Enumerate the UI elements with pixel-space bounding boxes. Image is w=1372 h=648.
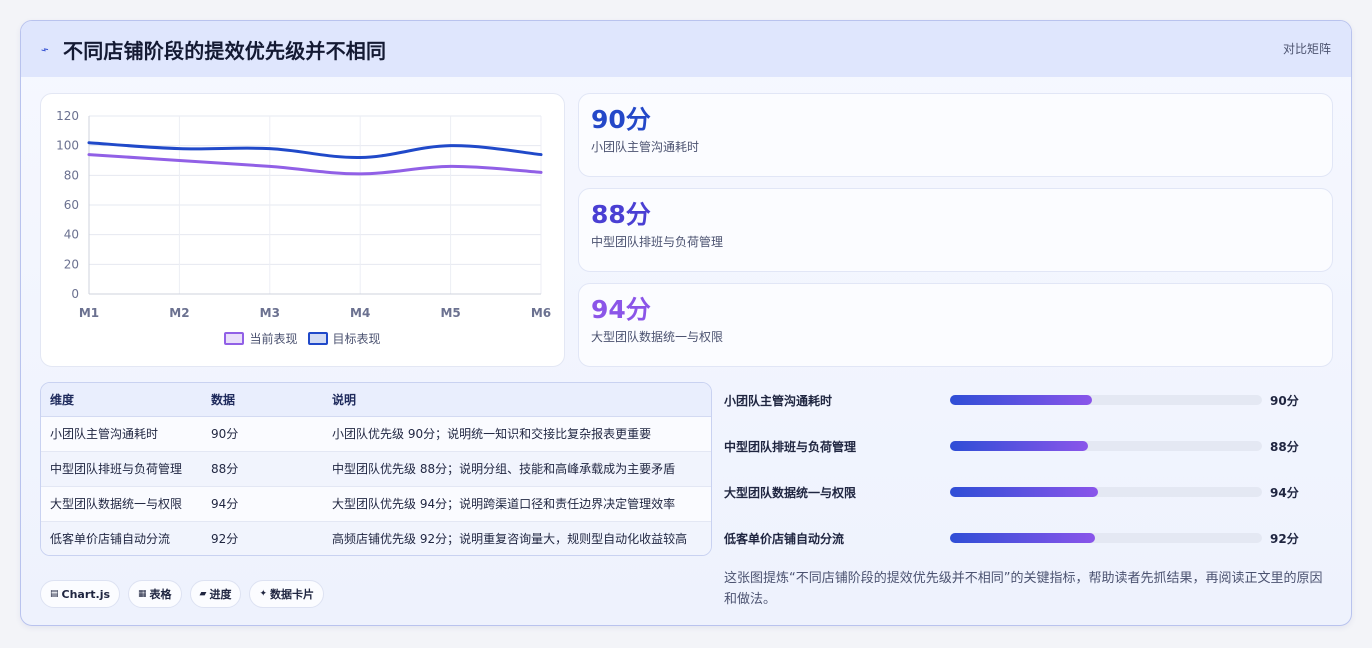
- progress-value: 90分: [1270, 394, 1299, 408]
- cell-dimension: 低客单价店铺自动分流: [41, 521, 202, 555]
- header-tag: 对比矩阵: [1282, 42, 1331, 56]
- chip-chartjs[interactable]: ▤ Chart.js: [40, 580, 121, 608]
- progress-fill: [950, 487, 1099, 497]
- kpi-card-small-team: 90分 小团队主管沟通耗时: [578, 93, 1333, 177]
- legend-label-current: 当前表现: [249, 332, 298, 346]
- progress-label: 大型团队数据统一与权限: [724, 486, 857, 500]
- progress-value: 92分: [1270, 532, 1299, 546]
- legend-item-current[interactable]: 当前表现: [224, 330, 298, 347]
- y-tick-label: 120: [56, 109, 79, 123]
- y-tick-label: 40: [64, 228, 79, 242]
- progress-track: [950, 395, 1262, 405]
- kpi-value: 90分: [591, 105, 651, 134]
- cell-description: 高频店铺优先级 92分；说明重复咨询量大，规则型自动化收益较高: [323, 521, 711, 555]
- cell-description: 小团队优先级 90分；说明统一知识和交接比复杂报表更重要: [323, 416, 711, 452]
- series-line-1: [87, 141, 543, 160]
- progress-label: 中型团队排班与负荷管理: [724, 440, 857, 454]
- progress-fill: [950, 441, 1089, 451]
- y-tick-label: 0: [71, 287, 79, 301]
- x-tick-label: M6: [531, 306, 551, 320]
- table-row: 中型团队排班与负荷管理 88分 中型团队优先级 88分；说明分组、技能和高峰承载…: [41, 451, 711, 487]
- chart-canvas: 0 20 40 60 80 100 120 M1 M2 M3 M4 M5 M6: [56, 109, 551, 320]
- x-tick-label: M3: [260, 306, 280, 320]
- column-header-description: 说明: [323, 383, 711, 417]
- progress-row: 小团队主管沟通耗时 90分: [724, 390, 1324, 410]
- chip-label: Chart.js: [61, 587, 111, 601]
- kpi-label: 中型团队排班与负荷管理: [591, 235, 724, 249]
- cell-dimension: 中型团队排班与负荷管理: [41, 451, 202, 487]
- kpi-label: 小团队主管沟通耗时: [591, 140, 700, 154]
- line-chart: 0 20 40 60 80 100 120 M1 M2 M3 M4 M5 M6 当前表现 目标表现: [40, 93, 565, 367]
- legend-swatch-target: [307, 332, 328, 345]
- progress-fill: [950, 533, 1096, 543]
- kpi-card-large-team: 94分 大型团队数据统一与权限: [578, 283, 1333, 367]
- matrix-card: ⌁ 不同店铺阶段的提效优先级并不相同 对比矩阵 0 20 40 60 80 100 120 M…: [20, 20, 1352, 626]
- cell-data: 94分: [202, 486, 323, 522]
- chip-progress[interactable]: ▰ 进度: [189, 580, 242, 608]
- progress-track: [950, 487, 1262, 497]
- chip-label: 表格: [149, 588, 172, 601]
- y-tick-label: 80: [64, 168, 79, 182]
- cell-dimension: 小团队主管沟通耗时: [41, 416, 202, 452]
- progress-track: [950, 533, 1262, 543]
- progress-fill: [950, 395, 1092, 405]
- table-row: 低客单价店铺自动分流 92分 高频店铺优先级 92分；说明重复咨询量大，规则型自…: [41, 521, 711, 555]
- y-tick-label: 20: [64, 257, 79, 271]
- progress-row: 低客单价店铺自动分流 92分: [724, 528, 1324, 548]
- progress-row: 大型团队数据统一与权限 94分: [724, 482, 1324, 502]
- card-header: ⌁ 不同店铺阶段的提效优先级并不相同 对比矩阵: [21, 21, 1351, 77]
- progress-row: 中型团队排班与负荷管理 88分: [724, 436, 1324, 456]
- chart-icon: ▤: [50, 589, 59, 599]
- kpi-card-mid-team: 88分 中型团队排班与负荷管理: [578, 188, 1333, 272]
- progress-icon: ▰: [199, 589, 207, 599]
- x-tick-label: M1: [79, 306, 99, 320]
- cell-description: 大型团队优先级 94分；说明跨渠道口径和责任边界决定管理效率: [323, 486, 711, 522]
- y-tick-label: 60: [64, 198, 79, 212]
- summary-note: 这张图提炼“不同店铺阶段的提效优先级并不相同”的关键指标，帮助读者先抓结果，再阅…: [724, 571, 1323, 607]
- chip-label: 进度: [209, 588, 232, 601]
- chip-table[interactable]: ▦ 表格: [128, 580, 182, 608]
- chip-label: 数据卡片: [270, 588, 315, 601]
- x-tick-label: M2: [169, 306, 189, 320]
- cell-data: 90分: [202, 416, 323, 452]
- data-table: 维度 数据 说明 小团队主管沟通耗时 90分 小团队优先级 90分；说明统一知识…: [40, 382, 712, 556]
- kpi-value: 88分: [591, 200, 651, 229]
- table-row: 小团队主管沟通耗时 90分 小团队优先级 90分；说明统一知识和交接比复杂报表更…: [41, 416, 711, 452]
- progress-value: 94分: [1270, 486, 1299, 500]
- progress-label: 低客单价店铺自动分流: [724, 532, 845, 546]
- feature-chips: ▤ Chart.js ▦ 表格 ▰ 进度 ✦ 数据卡片: [40, 580, 325, 608]
- column-header-data: 数据: [202, 383, 323, 417]
- legend-label-target: 目标表现: [332, 332, 381, 346]
- progress-value: 88分: [1270, 440, 1299, 454]
- y-tick-label: 100: [56, 139, 79, 153]
- progress-label: 小团队主管沟通耗时: [724, 394, 833, 408]
- cell-description: 中型团队优先级 88分；说明分组、技能和高峰承载成为主要矛盾: [323, 451, 711, 487]
- table-icon: ▦: [138, 589, 147, 599]
- table-header-row: 维度 数据 说明: [41, 383, 711, 417]
- legend-item-target[interactable]: 目标表现: [307, 330, 381, 347]
- kpi-label: 大型团队数据统一与权限: [591, 330, 724, 344]
- column-header-dimension: 维度: [41, 383, 202, 417]
- x-tick-label: M4: [350, 306, 370, 320]
- cell-dimension: 大型团队数据统一与权限: [41, 486, 202, 522]
- progress-track: [950, 441, 1262, 451]
- cell-data: 92分: [202, 521, 323, 555]
- sparkle-icon: ✦: [259, 589, 268, 599]
- x-tick-label: M5: [440, 306, 460, 320]
- chart-legend: 当前表现 目标表现: [41, 330, 564, 347]
- cell-data: 88分: [202, 451, 323, 487]
- spark-icon: ⌁: [38, 41, 52, 59]
- chip-data-card[interactable]: ✦ 数据卡片: [249, 580, 325, 608]
- legend-swatch-current: [224, 332, 245, 345]
- card-title: 不同店铺阶段的提效优先级并不相同: [63, 38, 387, 63]
- series-line-0: [87, 153, 543, 176]
- table-row: 大型团队数据统一与权限 94分 大型团队优先级 94分；说明跨渠道口径和责任边界…: [41, 486, 711, 522]
- kpi-value: 94分: [591, 295, 651, 324]
